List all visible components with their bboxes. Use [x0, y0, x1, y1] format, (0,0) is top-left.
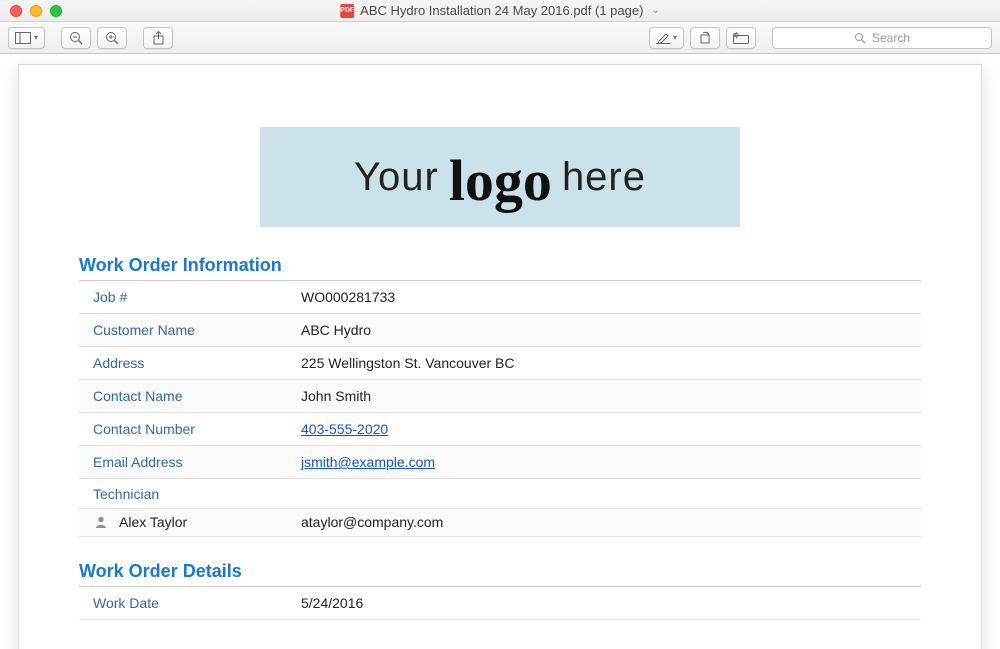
value-work-date: 5/24/2016	[301, 595, 363, 611]
window-title[interactable]: PDF ABC Hydro Installation 24 May 2016.p…	[340, 3, 660, 18]
row-contact-name: Contact Name John Smith	[79, 380, 921, 413]
label-customer-name: Customer Name	[93, 322, 301, 338]
label-email-address: Email Address	[93, 454, 301, 470]
logo-text-your: Your	[354, 155, 439, 200]
chevron-down-icon: ⌄	[651, 5, 659, 16]
label-technician: Technician	[79, 479, 921, 509]
search-input[interactable]: Search	[772, 27, 992, 49]
rotate-button[interactable]	[690, 27, 720, 49]
traffic-lights	[10, 5, 62, 17]
highlight-button[interactable]: ▾	[649, 27, 684, 49]
person-icon	[93, 514, 109, 530]
toolbar: ▾ ▾ Search	[0, 22, 1000, 54]
section-title-work-order-details: Work Order Details	[79, 561, 921, 587]
share-button[interactable]	[143, 27, 173, 49]
logo-text-script: logo	[449, 152, 552, 210]
section-title-work-order-info: Work Order Information	[79, 255, 921, 281]
window-titlebar: PDF ABC Hydro Installation 24 May 2016.p…	[0, 0, 1000, 22]
label-contact-name: Contact Name	[93, 388, 301, 404]
row-address: Address 225 Wellingston St. Vancouver BC	[79, 347, 921, 380]
search-icon	[854, 32, 866, 44]
pdf-page: Your logo here Work Order Information Jo…	[18, 64, 982, 649]
label-address: Address	[93, 355, 301, 371]
pdf-icon: PDF	[340, 4, 354, 18]
value-technician-name: Alex Taylor	[119, 514, 301, 530]
label-work-date: Work Date	[93, 595, 301, 611]
window-close-button[interactable]	[10, 5, 22, 17]
value-contact-number[interactable]: 403-555-2020	[301, 421, 388, 437]
zoom-out-button[interactable]	[61, 27, 91, 49]
document-viewport[interactable]: Your logo here Work Order Information Jo…	[0, 54, 1000, 649]
window-zoom-button[interactable]	[50, 5, 62, 17]
row-customer-name: Customer Name ABC Hydro	[79, 314, 921, 347]
row-email-address: Email Address jsmith@example.com	[79, 446, 921, 479]
search-placeholder: Search	[872, 31, 910, 45]
window-minimize-button[interactable]	[30, 5, 42, 17]
value-email-address[interactable]: jsmith@example.com	[301, 454, 435, 470]
logo-placeholder: Your logo here	[260, 127, 740, 227]
value-job-number: WO000281733	[301, 289, 395, 305]
value-contact-name: John Smith	[301, 388, 371, 404]
value-customer-name: ABC Hydro	[301, 322, 371, 338]
row-technician: Alex Taylor ataylor@company.com	[79, 509, 921, 537]
label-job-number: Job #	[93, 289, 301, 305]
label-contact-number: Contact Number	[93, 421, 301, 437]
markup-toolbox-button[interactable]	[726, 27, 756, 49]
value-address: 225 Wellingston St. Vancouver BC	[301, 355, 515, 371]
row-work-date: Work Date 5/24/2016	[79, 587, 921, 620]
row-job-number: Job # WO000281733	[79, 281, 921, 314]
logo-text-here: here	[562, 155, 646, 200]
window-title-text: ABC Hydro Installation 24 May 2016.pdf (…	[360, 3, 643, 18]
sidebar-toggle-button[interactable]: ▾	[8, 27, 45, 49]
row-contact-number: Contact Number 403-555-2020	[79, 413, 921, 446]
zoom-in-button[interactable]	[97, 27, 127, 49]
value-technician-email: ataylor@company.com	[301, 514, 443, 530]
